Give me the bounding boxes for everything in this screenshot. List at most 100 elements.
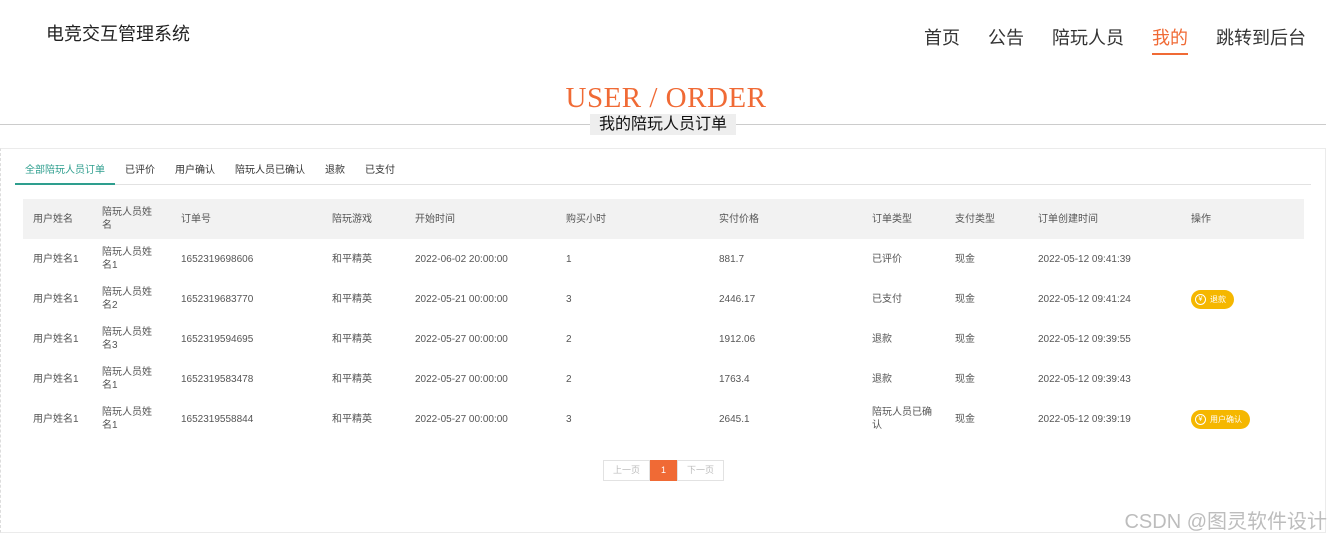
nav-item-4[interactable]: 跳转到后台 [1216, 24, 1306, 55]
table-cell: 2022-05-12 09:39:19 [1038, 413, 1131, 425]
table-cell: 陪玩人员姓名1 [102, 367, 152, 391]
nav-item-3[interactable]: 我的 [1152, 24, 1188, 55]
table-cell: 陪玩人员姓名2 [102, 287, 152, 311]
column-header: 实付价格 [709, 199, 862, 239]
table-cell: 2022-05-12 09:41:39 [1038, 253, 1131, 265]
table-cell: 2022-05-12 09:41:24 [1038, 293, 1131, 305]
table-cell: 1652319583478 [181, 373, 254, 385]
table-cell: 1652319683770 [181, 293, 254, 305]
table-cell: 2022-05-21 00:00:00 [415, 293, 508, 305]
column-header: 用户姓名 [23, 199, 92, 239]
top-header: 电竞交互管理系统 首页 公告 陪玩人员 我的 跳转到后台 [0, 0, 1332, 60]
pagination: 上一页 1 下一页 [603, 460, 724, 481]
table-cell: 881.7 [719, 253, 745, 265]
table-cell: 和平精英 [332, 253, 372, 265]
table-cell: 现金 [955, 333, 975, 345]
table-cell: 已支付 [872, 293, 902, 305]
table-cell: 现金 [955, 253, 975, 265]
table-cell: 用户姓名1 [33, 413, 79, 425]
table-cell: 1652319558844 [181, 413, 254, 425]
action-cell: ¥ 退款 [1181, 279, 1304, 319]
table-cell: 2022-05-27 00:00:00 [415, 413, 508, 425]
table-cell: 2 [566, 373, 572, 385]
next-page-button[interactable]: 下一页 [677, 460, 724, 481]
table-cell: 1912.06 [719, 333, 756, 345]
table-cell: 退款 [872, 373, 892, 385]
row-action-label: 退款 [1210, 294, 1226, 304]
table-cell: 陪玩人员姓名3 [102, 327, 152, 351]
table-cell: 1 [566, 253, 572, 265]
table-header-row: 用户姓名 陪玩人员姓名 订单号 陪玩游戏 开始时间 购买小时 实付价格 订单类型 支付类型 订单创… [23, 199, 1304, 239]
column-header: 购买小时 [556, 199, 709, 239]
table-cell: 2 [566, 333, 572, 345]
column-header: 支付类型 [945, 199, 1028, 239]
table-cell: 1763.4 [719, 373, 750, 385]
page-heading-english: USER / ORDER [565, 82, 767, 114]
table-row: 用户姓名1 陪玩人员姓名1 1652319698606 和平精英 2022-06-02 … [23, 239, 1304, 279]
table-cell: 2446.17 [719, 293, 756, 305]
table-cell: 退款 [872, 333, 892, 345]
table-cell: 用户姓名1 [33, 333, 79, 345]
nav-item-0[interactable]: 首页 [924, 24, 960, 55]
page-heading-chinese: 我的陪玩人员订单 [590, 114, 736, 135]
watermark: CSDN @图灵软件设计 [1124, 511, 1327, 533]
yen-circle-icon: ¥ [1195, 413, 1206, 425]
table-cell: 和平精英 [332, 293, 372, 305]
prev-page-button[interactable]: 上一页 [603, 460, 650, 481]
site-title: 电竞交互管理系统 [46, 24, 190, 44]
nav-item-1[interactable]: 公告 [988, 24, 1024, 55]
table-cell: 用户姓名1 [33, 253, 79, 265]
table-cell: 1652319698606 [181, 253, 254, 265]
yen-circle-icon: ¥ [1195, 293, 1206, 305]
action-cell [1181, 239, 1304, 279]
table-cell: 3 [566, 413, 572, 425]
table-cell: 2022-05-27 00:00:00 [415, 373, 508, 385]
column-header: 订单创建时间 [1028, 199, 1181, 239]
nav-item-2[interactable]: 陪玩人员 [1052, 24, 1124, 55]
column-header: 陪玩人员姓名 [92, 199, 171, 239]
table-cell: 2022-05-12 09:39:55 [1038, 333, 1131, 345]
table-cell: 陪玩人员已确认 [872, 407, 932, 431]
tab-1[interactable]: 已评价 [115, 161, 165, 185]
tab-0[interactable]: 全部陪玩人员订单 [15, 161, 115, 185]
row-action-button[interactable]: ¥ 用户确认 [1191, 409, 1250, 429]
table-cell: 和平精英 [332, 413, 372, 425]
main-nav: 首页 公告 陪玩人员 我的 跳转到后台 [896, 24, 1306, 55]
order-status-tabs: 全部陪玩人员订单 已评价 用户确认 陪玩人员已确认 退款 已支付 [15, 161, 1311, 185]
table-cell: 用户姓名1 [33, 373, 79, 385]
table-cell: 已评价 [872, 253, 902, 265]
column-header: 订单号 [171, 199, 322, 239]
table-cell: 现金 [955, 373, 975, 385]
table-row: 用户姓名1 陪玩人员姓名2 1652319683770 和平精英 2022-05-21 … [23, 279, 1304, 319]
tab-5[interactable]: 已支付 [355, 161, 405, 185]
page-heading: USER / ORDER [0, 82, 1332, 114]
page-number-button[interactable]: 1 [650, 460, 677, 481]
table-cell: 陪玩人员姓名1 [102, 247, 152, 271]
row-action-label: 用户确认 [1210, 414, 1242, 424]
table-cell: 陪玩人员姓名1 [102, 407, 152, 431]
table-cell: 和平精英 [332, 333, 372, 345]
action-cell [1181, 359, 1304, 399]
column-header: 开始时间 [405, 199, 556, 239]
column-header: 陪玩游戏 [322, 199, 405, 239]
table-cell: 2022-05-27 00:00:00 [415, 333, 508, 345]
tab-4[interactable]: 退款 [315, 161, 355, 185]
table-body: 用户姓名1 陪玩人员姓名1 1652319698606 和平精英 2022-06-02 … [23, 239, 1304, 439]
table-cell: 3 [566, 293, 572, 305]
table-cell: 用户姓名1 [33, 293, 79, 305]
tab-3[interactable]: 陪玩人员已确认 [225, 161, 315, 185]
table-row: 用户姓名1 陪玩人员姓名1 1652319583478 和平精英 2022-05-27 … [23, 359, 1304, 399]
table-cell: 1652319594695 [181, 333, 254, 345]
action-cell: ¥ 用户确认 [1181, 399, 1304, 439]
table-cell: 2645.1 [719, 413, 750, 425]
orders-table: 用户姓名 陪玩人员姓名 订单号 陪玩游戏 开始时间 购买小时 实付价格 订单类型 支付类型 订单创… [23, 199, 1304, 439]
row-action-button[interactable]: ¥ 退款 [1191, 289, 1234, 309]
table-row: 用户姓名1 陪玩人员姓名1 1652319558844 和平精英 2022-05-27 … [23, 399, 1304, 439]
tab-2[interactable]: 用户确认 [165, 161, 225, 185]
table-cell: 和平精英 [332, 373, 372, 385]
action-cell [1181, 319, 1304, 359]
table-cell: 2022-05-12 09:39:43 [1038, 373, 1131, 385]
table-row: 用户姓名1 陪玩人员姓名3 1652319594695 和平精英 2022-05-27 … [23, 319, 1304, 359]
table-cell: 2022-06-02 20:00:00 [415, 253, 508, 265]
orders-panel: 全部陪玩人员订单 已评价 用户确认 陪玩人员已确认 退款 已支付 用户姓名 陪玩人员姓名 订单… [0, 148, 1326, 533]
